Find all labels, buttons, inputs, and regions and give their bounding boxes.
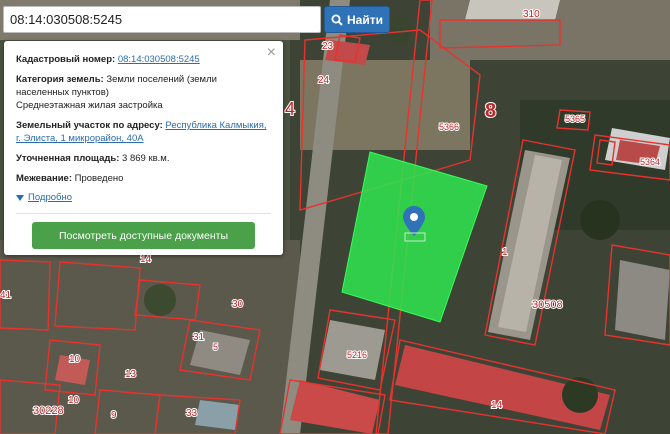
parcel-label: 10 — [69, 354, 81, 365]
search-input[interactable] — [3, 6, 321, 33]
divider — [16, 213, 271, 214]
parcel-label: 30 — [232, 299, 244, 310]
survey-row: Межевание: Проведено — [16, 172, 271, 185]
parcel-label: 14 — [140, 254, 152, 265]
parcel-label: 5216 — [347, 350, 367, 360]
parcel-label: 5364 — [640, 157, 660, 167]
parcel-label: 13 — [125, 369, 137, 380]
more-details-link[interactable]: Подробно — [28, 191, 72, 204]
search-icon — [331, 14, 343, 26]
parcel-label: 24 — [318, 75, 330, 86]
cadastral-number-row: Кадастровый номер: 08:14:030508:5245 — [16, 53, 271, 66]
parcel-label: 14 — [491, 400, 503, 411]
parcel-label: 1 — [502, 247, 508, 258]
survey-label: Межевание: — [16, 173, 72, 184]
land-use-value: Среднеэтажная жилая застройка — [16, 100, 163, 111]
cadastral-number-label: Кадастровый номер: — [16, 54, 116, 65]
parcel-label: 31 — [193, 332, 205, 343]
parcel-label: 30508 — [532, 299, 563, 311]
address-row: Земельный участок по адресу: Республика … — [16, 119, 271, 145]
parcel-label: 8 — [485, 100, 496, 122]
parcel-label: 10 — [68, 395, 80, 406]
parcel-label: 9 — [111, 410, 117, 421]
search-button[interactable]: Найти — [324, 6, 390, 33]
land-category-label: Категория земель: — [16, 74, 104, 85]
parcel-info-card: × Кадастровый номер: 08:14:030508:5245 К… — [4, 41, 283, 255]
parcel-label: 5365 — [565, 114, 585, 124]
survey-value: Проведено — [74, 173, 124, 184]
parcel-label: 30228 — [33, 405, 64, 417]
area-label: Уточненная площадь: — [16, 153, 120, 164]
parcel-label: 5366 — [439, 122, 459, 132]
parcel-label: 4 — [285, 99, 295, 119]
parcel-label: 41 — [0, 290, 12, 301]
triangle-down-icon — [16, 194, 24, 201]
area-value: 3 869 кв.м. — [122, 153, 170, 164]
land-category-row: Категория земель: Земли поселений (земли… — [16, 73, 271, 112]
parcel-label: 33 — [186, 408, 198, 419]
parcel-label: 310 — [523, 9, 540, 20]
search-button-label: Найти — [347, 12, 383, 27]
area-row: Уточненная площадь: 3 869 кв.м. — [16, 152, 271, 165]
parcel-label: 5 — [213, 342, 218, 352]
cadastral-number-link[interactable]: 08:14:030508:5245 — [118, 54, 200, 65]
parcel-label: 23 — [322, 41, 334, 52]
close-icon[interactable]: × — [267, 45, 276, 61]
more-details-toggle[interactable]: Подробно — [16, 191, 271, 204]
view-documents-button[interactable]: Посмотреть доступные документы — [32, 222, 255, 249]
address-label: Земельный участок по адресу: — [16, 120, 163, 131]
